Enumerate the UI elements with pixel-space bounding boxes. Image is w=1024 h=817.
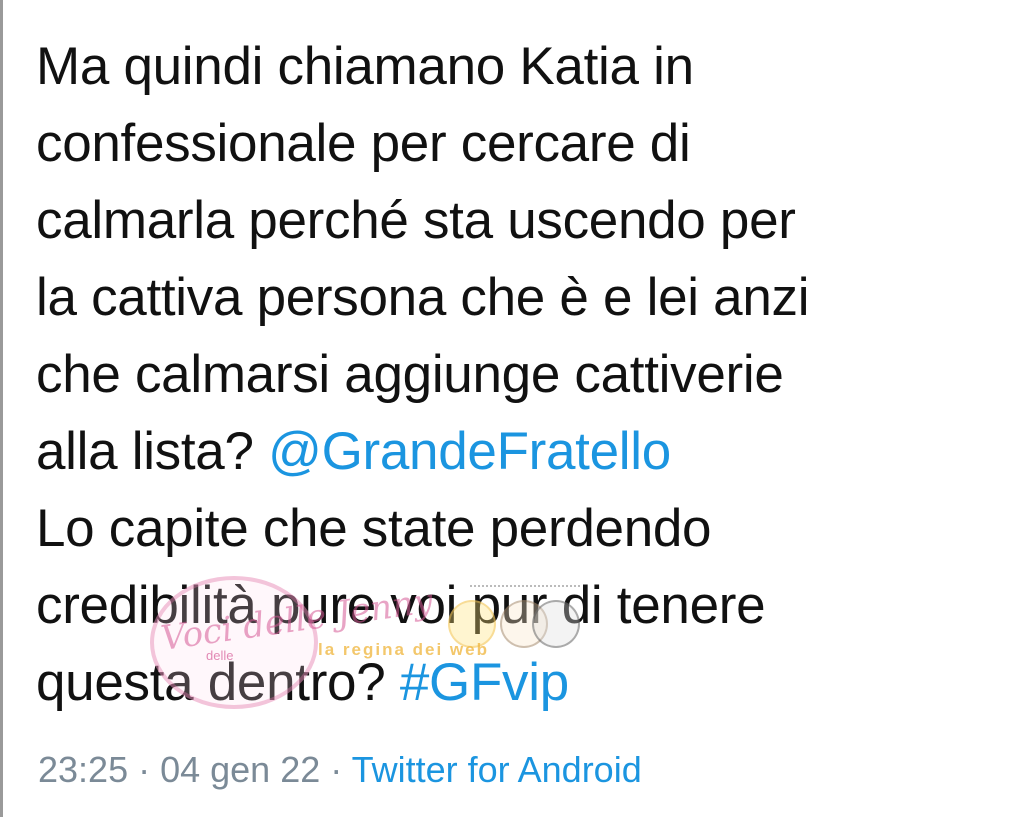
hashtag-link[interactable]: #GFvip: [400, 653, 569, 712]
tweet-line: alla lista? @GrandeFratello: [36, 422, 671, 481]
tweet-meta: 23:25 · 04 gen 22 · Twitter for Android: [38, 746, 642, 794]
tweet-time: 23:25: [38, 749, 129, 790]
left-border: [0, 0, 3, 817]
tweet-line: calmarla perché sta uscendo per: [36, 191, 796, 250]
watermark-small-text: delle: [206, 648, 234, 663]
tweet-line: Ma quindi chiamano Katia in: [36, 37, 694, 96]
tweet-line: Lo capite che state perdendo: [36, 499, 712, 558]
tweet-line: la cattiva persona che è e lei anzi: [36, 268, 810, 327]
watermark-banner: la regina dei web: [318, 640, 489, 659]
tweet-source-link[interactable]: Twitter for Android: [352, 749, 642, 790]
meta-separator: ·: [128, 749, 161, 790]
mention-link[interactable]: @GrandeFratello: [268, 422, 671, 481]
tweet-line: che calmarsi aggiunge cattiverie: [36, 345, 784, 404]
tweet-date[interactable]: 04 gen 22: [160, 749, 320, 790]
tweet-line: confessionale per cercare di: [36, 114, 691, 173]
watermark-face-icon: [532, 600, 580, 648]
meta-separator: ·: [320, 749, 352, 790]
watermark-dotted-line: [470, 585, 580, 587]
